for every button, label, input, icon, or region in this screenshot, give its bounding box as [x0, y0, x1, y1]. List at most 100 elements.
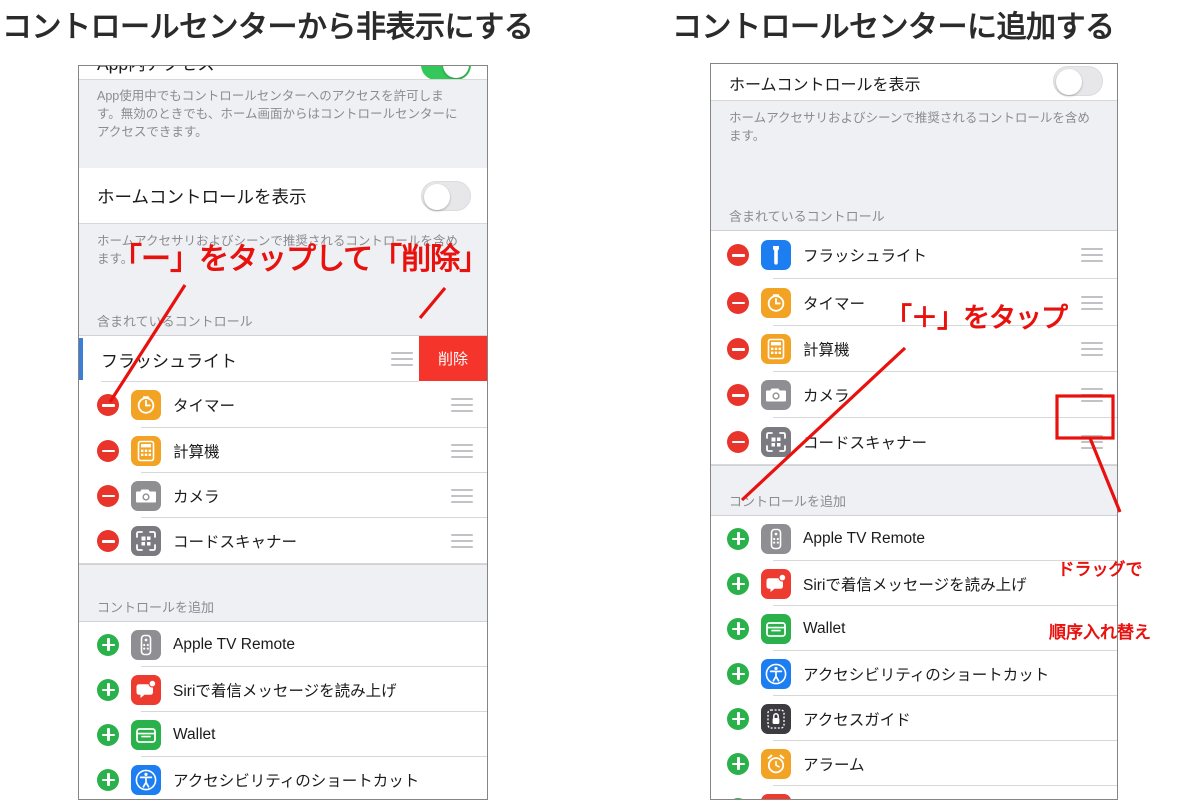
home-control-row[interactable]: ホームコントロールを表示: [79, 168, 487, 224]
screenshot-right-panel: ホームコントロールを表示 ホームアクセサリおよびシーンで推奨されるコントロールを…: [710, 63, 1118, 800]
drag-handle-icon[interactable]: [451, 398, 473, 412]
add-plus-icon[interactable]: [727, 617, 749, 640]
remove-minus-icon[interactable]: [97, 394, 119, 416]
page-title-right: コントロールセンターに追加する: [672, 11, 1115, 44]
annotation-drag-line2: 順序入れ替え: [1049, 623, 1151, 643]
remove-minus-icon[interactable]: [97, 439, 119, 462]
add-plus-icon[interactable]: [97, 768, 119, 791]
calculator-icon: [761, 334, 791, 364]
add-row-guided-access[interactable]: アクセスガイド: [711, 696, 1117, 741]
drag-handle-icon[interactable]: [1081, 342, 1103, 356]
apple-tv-remote-icon: [131, 629, 161, 660]
add-plus-icon[interactable]: [97, 633, 119, 656]
add-plus-icon[interactable]: [97, 723, 119, 746]
add-plus-icon[interactable]: [727, 662, 749, 685]
annotation-tap-minus: 「ー」をタップして「削除」: [112, 243, 489, 276]
add-row-apple-tv-remote[interactable]: Apple TV Remote: [79, 622, 487, 667]
row-label: アクセスガイド: [803, 711, 911, 729]
drag-handle-icon[interactable]: [1081, 295, 1103, 310]
remove-minus-icon[interactable]: [97, 484, 119, 507]
row-label: アクセシビリティのショートカット: [803, 666, 1050, 684]
swipe-indicator-bar: [79, 338, 83, 380]
home-control-footnote: ホームアクセサリおよびシーンで推奨されるコントロールを含めます。: [711, 101, 1117, 201]
access-footnote: App使用中でもコントロールセンターへのアクセスを許可します。無効のときでも、ホ…: [79, 80, 487, 168]
included-row-calculator[interactable]: 計算機: [79, 428, 487, 473]
remove-minus-icon[interactable]: [727, 291, 749, 314]
siri-announce-messages-icon: [761, 568, 791, 599]
included-row-camera[interactable]: カメラ: [79, 473, 487, 518]
included-row-flashlight[interactable]: フラッシュライト: [711, 231, 1117, 279]
ios-settings-right: ホームコントロールを表示 ホームアクセサリおよびシーンで推奨されるコントロールを…: [711, 64, 1117, 799]
ios-settings-left: App内アクセス App使用中でもコントロールセンターへのアクセスを許可します。…: [79, 66, 487, 799]
add-plus-icon[interactable]: [727, 527, 749, 550]
code-scanner-icon: [761, 426, 791, 457]
page-title-left: コントロールセンターから非表示にする: [2, 11, 534, 44]
remove-minus-icon[interactable]: [727, 338, 749, 360]
code-scanner-icon: [131, 526, 161, 556]
remove-minus-icon[interactable]: [97, 530, 119, 552]
add-row-sound-recognition[interactable]: サウンド認識: [711, 786, 1117, 799]
alarm-icon: [761, 748, 791, 779]
home-control-label: ホームコントロールを表示: [729, 76, 921, 94]
row-label: カメラ: [173, 488, 220, 506]
camera-icon: [761, 380, 791, 410]
sound-recognition-icon: [761, 793, 791, 799]
row-label: Siriで着信メッセージを読み上げ: [803, 576, 1027, 594]
remove-minus-icon[interactable]: [727, 384, 749, 406]
row-label: アラーム: [803, 756, 865, 774]
annotation-tap-plus: 「＋」をタップ: [885, 303, 1068, 333]
row-label: アクセシビリティのショートカット: [173, 772, 420, 790]
row-label: コードスキャナー: [803, 434, 928, 452]
timer-icon: [131, 390, 161, 420]
home-control-toggle[interactable]: [1053, 66, 1103, 96]
add-plus-icon[interactable]: [97, 678, 119, 701]
remove-minus-icon[interactable]: [727, 430, 749, 453]
add-plus-icon[interactable]: [727, 572, 749, 595]
included-section-header: 含まれているコントロール: [79, 306, 487, 336]
guided-access-icon: [761, 703, 791, 734]
included-row-timer[interactable]: タイマー: [79, 382, 487, 428]
wallet-icon: [761, 613, 791, 644]
drag-handle-icon[interactable]: [391, 352, 413, 366]
home-control-label: ホームコントロールを表示: [97, 186, 307, 207]
row-label: タイマー: [173, 398, 236, 415]
included-row-code-scanner[interactable]: コードスキャナー: [711, 418, 1117, 465]
add-row-wallet[interactable]: Wallet: [79, 712, 487, 757]
row-label: Siriで着信メッセージを読み上げ: [173, 682, 397, 700]
home-control-row[interactable]: ホームコントロールを表示: [711, 64, 1117, 101]
accessibility-shortcut-icon: [131, 764, 161, 795]
add-plus-icon[interactable]: [727, 707, 749, 730]
home-control-toggle[interactable]: [421, 181, 471, 211]
included-row-code-scanner[interactable]: コードスキャナー: [79, 518, 487, 564]
clipped-top-row[interactable]: App内アクセス: [79, 66, 487, 80]
flashlight-icon: [761, 240, 791, 270]
remove-minus-icon[interactable]: [727, 244, 749, 266]
drag-handle-icon[interactable]: [1081, 248, 1103, 262]
row-label: 計算機: [173, 443, 220, 461]
drag-handle-icon[interactable]: [451, 534, 473, 548]
drag-handle-icon[interactable]: [451, 488, 473, 503]
drag-handle-icon[interactable]: [1081, 388, 1103, 402]
camera-icon: [131, 480, 161, 511]
add-row-alarm[interactable]: アラーム: [711, 741, 1117, 786]
screenshot-left-panel: App内アクセス App使用中でもコントロールセンターへのアクセスを許可します。…: [78, 65, 488, 800]
app-access-toggle[interactable]: [421, 66, 471, 80]
drag-handle-icon[interactable]: [1081, 434, 1103, 449]
apple-tv-remote-icon: [761, 523, 791, 554]
annotation-drag-reorder: ドラッグで 順序入れ替え: [1049, 516, 1151, 665]
row-label: Wallet: [803, 619, 846, 637]
add-plus-icon[interactable]: [727, 752, 749, 775]
included-row-camera[interactable]: カメラ: [711, 372, 1117, 418]
row-label: Wallet: [173, 725, 216, 743]
row-label: Apple TV Remote: [173, 635, 296, 653]
annotation-drag-line1: ドラッグで: [1057, 559, 1143, 579]
wallet-icon: [131, 719, 161, 750]
delete-button[interactable]: 削除: [419, 336, 487, 381]
row-label: Apple TV Remote: [803, 529, 926, 547]
add-row-siri-announce[interactable]: Siriで着信メッセージを読み上げ: [79, 667, 487, 712]
add-section-header: コントロールを追加: [711, 465, 1117, 516]
drag-handle-icon[interactable]: [451, 443, 473, 458]
add-row-accessibility-shortcut[interactable]: アクセシビリティのショートカット: [79, 757, 487, 799]
row-label: フラッシュライト: [803, 248, 928, 265]
included-row-flashlight[interactable]: フラッシュライト 削除: [79, 336, 487, 382]
